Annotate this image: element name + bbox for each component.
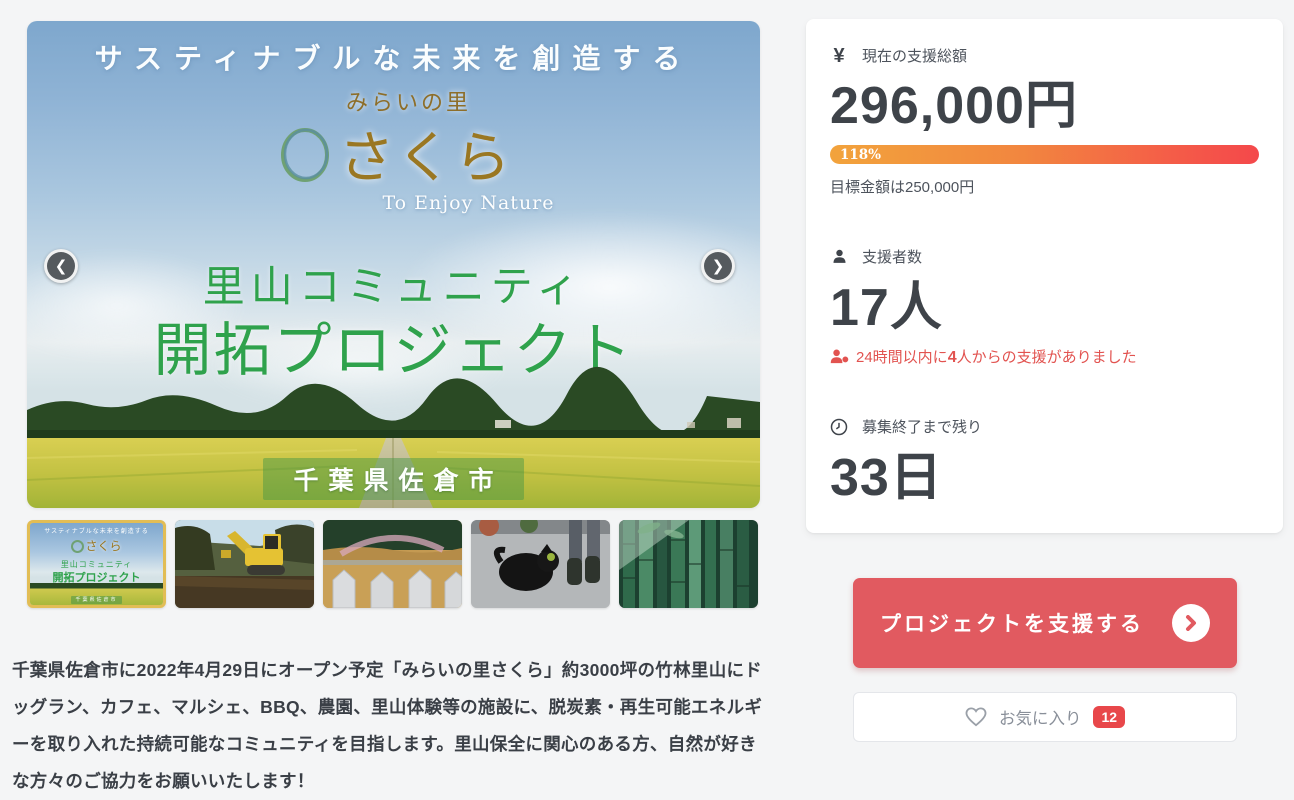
thumb-logo: さくら bbox=[30, 537, 163, 554]
funding-goal: 目標金額は250,000円 bbox=[830, 176, 1259, 197]
thumbnail-excavator[interactable] bbox=[175, 520, 314, 608]
yen-icon: ¥ bbox=[830, 47, 848, 65]
logo-subtitle: To Enjoy Nature bbox=[177, 192, 760, 214]
thumb-title2: 開拓プロジェクト bbox=[30, 569, 163, 585]
thumbnail-bamboo[interactable] bbox=[619, 520, 758, 608]
recent-support-note: 24時間以内に4人からの支援がありました bbox=[830, 346, 1259, 367]
thumbnail-dog-run[interactable] bbox=[323, 520, 462, 608]
hero-logo: みらいの里 さくら To Enjoy Nature bbox=[27, 85, 760, 214]
chevron-right-icon: ❯ bbox=[712, 257, 725, 275]
thumb-location: 千葉県佐倉市 bbox=[30, 596, 163, 603]
person-icon bbox=[830, 248, 848, 266]
funding-amount: 296,000円 bbox=[830, 80, 1259, 132]
carousel-prev-button[interactable]: ❮ bbox=[44, 249, 78, 283]
chevron-right-circle-icon bbox=[1172, 604, 1210, 642]
progress-percent: 118% bbox=[830, 147, 881, 163]
deadline-label: 募集終了まで残り bbox=[862, 416, 982, 437]
bamboo-illustration bbox=[619, 520, 758, 608]
thumbnail-dog[interactable] bbox=[471, 520, 610, 608]
person-add-icon bbox=[830, 349, 849, 364]
chevron-left-icon: ❮ bbox=[55, 257, 68, 275]
dog-run-illustration bbox=[323, 520, 462, 608]
deadline-label-row: 募集終了まで残り bbox=[830, 416, 1259, 437]
project-page: { "hero": { "tagline": "サスティナブルな未来を創造する"… bbox=[0, 0, 1294, 775]
progress-bar: 118% bbox=[830, 145, 1259, 164]
logo-main-text: さくら bbox=[339, 113, 513, 194]
funding-stats-card: ¥ 現在の支援総額 296,000円 118% 目標金額は250,000円 支援… bbox=[806, 19, 1283, 533]
carousel-next-button[interactable]: ❯ bbox=[701, 249, 735, 283]
heart-icon bbox=[965, 707, 987, 727]
ring-logo-icon bbox=[275, 122, 335, 186]
supporters-label: 支援者数 bbox=[862, 246, 922, 267]
ring-logo-icon bbox=[71, 540, 84, 553]
thumbnail-project-banner[interactable]: サスティナブルな未来を創造する さくら 里山コミュニティ 開拓プロジェクト 千葉… bbox=[27, 520, 166, 608]
hero-tagline: サスティナブルな未来を創造する bbox=[27, 37, 760, 77]
dog-illustration bbox=[471, 520, 610, 608]
main-image-carousel: サスティナブルな未来を創造する みらいの里 さくら To Enjoy Natur… bbox=[27, 21, 760, 508]
favorite-button[interactable]: お気に入り 12 bbox=[853, 692, 1237, 742]
supporters-label-row: 支援者数 bbox=[830, 246, 1259, 267]
location-badge: 千葉県佐倉市 bbox=[27, 458, 760, 500]
supporters-count: 17人 bbox=[830, 282, 1259, 334]
favorite-count-badge: 12 bbox=[1093, 706, 1125, 728]
funding-label-row: ¥ 現在の支援総額 bbox=[830, 45, 1259, 66]
support-project-button[interactable]: プロジェクトを支援する bbox=[853, 578, 1237, 668]
days-remaining: 33日 bbox=[830, 452, 1259, 504]
thumbnail-strip: サスティナブルな未来を創造する さくら 里山コミュニティ 開拓プロジェクト 千葉… bbox=[27, 520, 760, 608]
favorite-label: お気に入り bbox=[999, 705, 1082, 729]
excavator-illustration bbox=[175, 520, 314, 608]
project-description: 千葉県佐倉市に2022年4月29日にオープン予定「みらいの里さくら」約3000坪… bbox=[12, 652, 772, 800]
clock-icon bbox=[830, 418, 848, 436]
support-button-label: プロジェクトを支援する bbox=[880, 608, 1144, 638]
thumb-tagline: サスティナブルな未来を創造する bbox=[30, 526, 163, 535]
funding-label: 現在の支援総額 bbox=[862, 45, 967, 66]
